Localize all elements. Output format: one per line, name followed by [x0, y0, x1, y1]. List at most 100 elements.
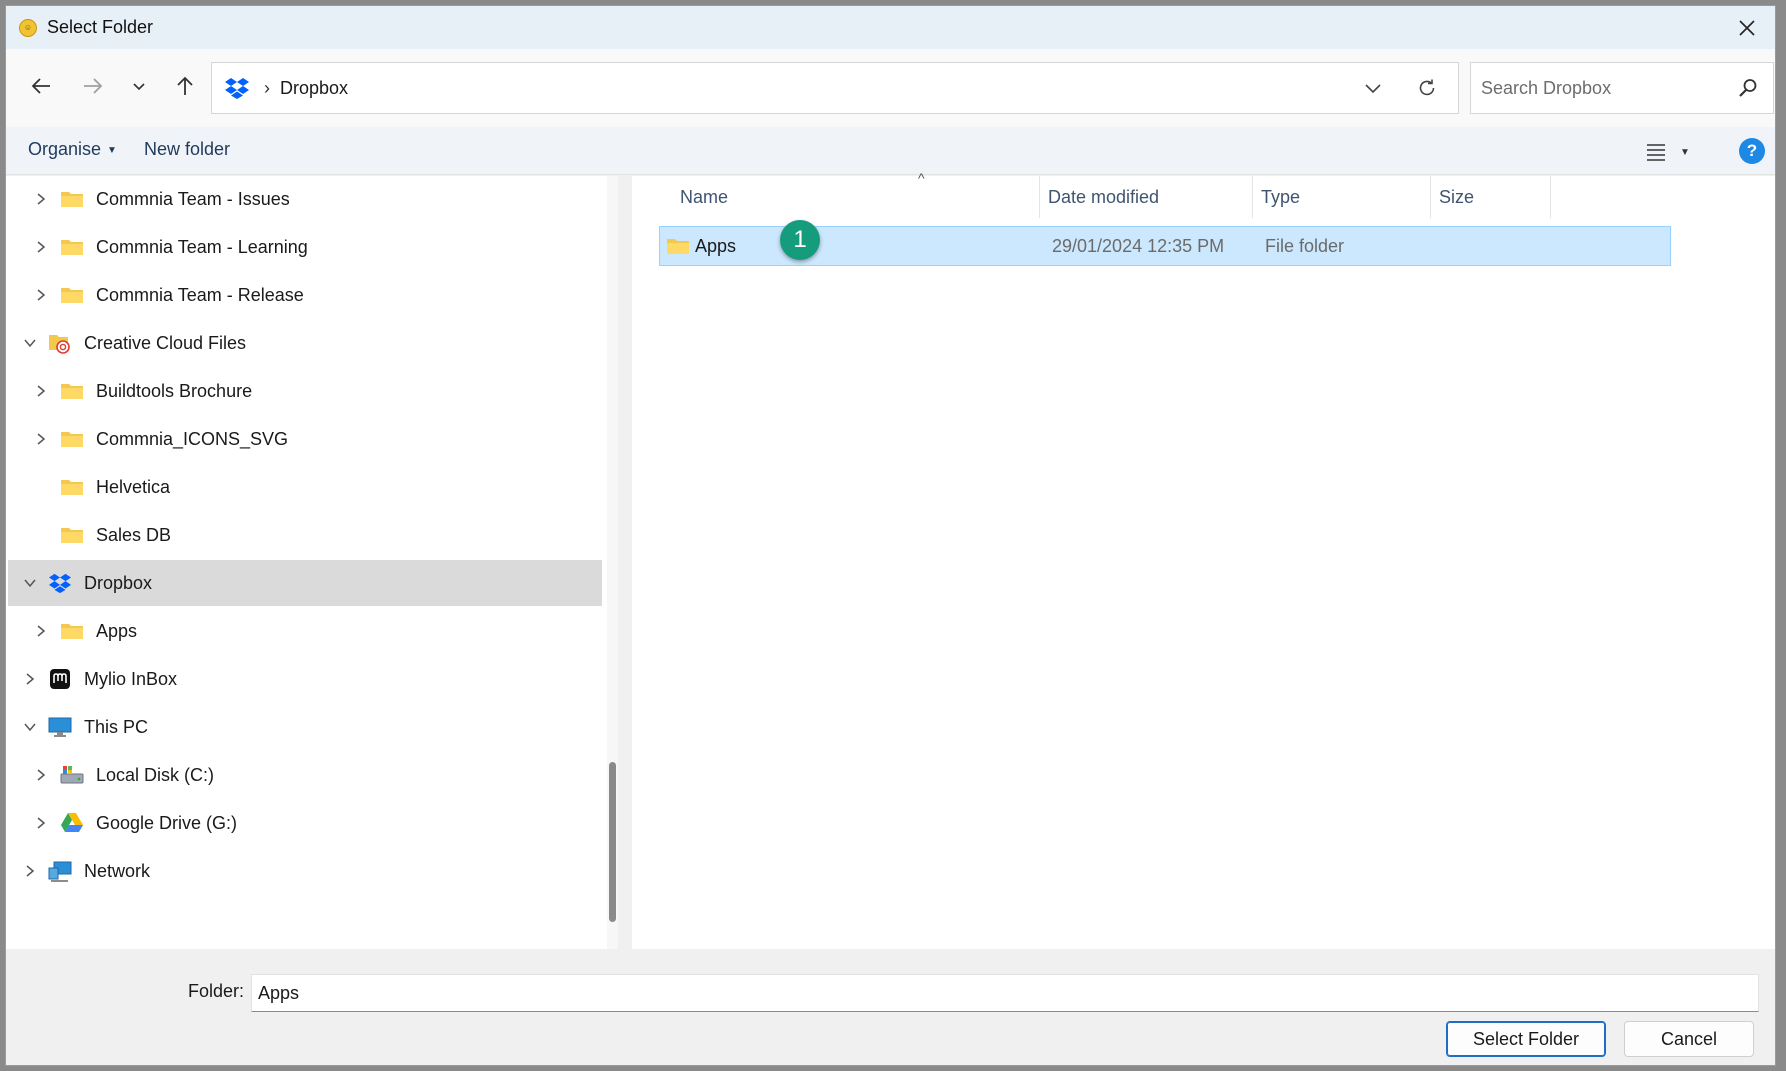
column-header-date-modified[interactable]: Date modified: [1040, 176, 1253, 218]
column-header-name[interactable]: Name ^: [672, 170, 1040, 218]
breadcrumb-dropbox[interactable]: Dropbox: [280, 78, 348, 99]
google-drive-icon: [60, 812, 84, 834]
app-icon: ☺: [19, 18, 37, 37]
drive-icon: [60, 764, 84, 786]
chevron-right-icon[interactable]: [33, 431, 49, 447]
tree-item-local-disk-c[interactable]: Local Disk (C:): [8, 752, 602, 798]
sort-ascending-icon: ^: [918, 170, 925, 186]
tree-item-label: Sales DB: [96, 524, 172, 545]
help-button[interactable]: ?: [1739, 138, 1765, 164]
tree-item-label: Local Disk (C:): [96, 764, 215, 785]
chevron-down-icon[interactable]: [22, 719, 38, 735]
file-list-pane: Name ^ Date modified Type Size Apps 29/0…: [632, 170, 1775, 949]
forward-button[interactable]: [76, 69, 110, 103]
tree-item-label: Dropbox: [84, 572, 153, 593]
tree-item-label: Commnia Team - Issues: [96, 188, 290, 209]
refresh-icon: [1419, 79, 1435, 96]
tree-item-helvetica[interactable]: Helvetica: [8, 464, 602, 510]
pane-splitter[interactable]: [618, 176, 632, 949]
organise-label: Organise: [28, 139, 102, 159]
tree-item-label: This PC: [84, 716, 149, 737]
tree-item-network[interactable]: Network: [8, 848, 602, 894]
folder-icon: [60, 620, 84, 642]
tree-item-commnia-team-issues[interactable]: Commnia Team - Issues: [8, 176, 602, 222]
column-header-type[interactable]: Type: [1253, 176, 1431, 218]
chevron-right-icon[interactable]: [22, 863, 38, 879]
network-icon: [48, 860, 72, 882]
chevron-right-icon[interactable]: [33, 815, 49, 831]
cancel-button[interactable]: Cancel: [1624, 1021, 1754, 1057]
file-date-modified: 29/01/2024 12:35 PM: [1052, 236, 1225, 256]
creative-cloud-folder-icon: [48, 332, 72, 354]
tree-item-sales-db[interactable]: Sales DB: [8, 512, 602, 558]
address-history-button[interactable]: [1358, 73, 1388, 103]
folder-name-input[interactable]: [251, 974, 1759, 1012]
folder-icon: [60, 428, 84, 450]
tree-item-mylio-inbox[interactable]: Mylio InBox: [8, 656, 602, 702]
caret-down-icon: ▼: [107, 144, 117, 156]
scrollbar-thumb[interactable]: [609, 762, 616, 922]
chevron-right-icon[interactable]: [33, 287, 49, 303]
tree-item-dropbox[interactable]: Dropbox: [8, 560, 602, 606]
tree-item-commnia-team-learning[interactable]: Commnia Team - Learning: [8, 224, 602, 270]
folder-icon: [60, 476, 84, 498]
close-button[interactable]: [1731, 12, 1763, 44]
folder-icon: [667, 239, 689, 254]
tree-item-label: Commnia Team - Release: [96, 284, 304, 305]
tree-item-google-drive-g[interactable]: Google Drive (G:): [8, 800, 602, 846]
tree-item-commnia-icons-svg[interactable]: Commnia_ICONS_SVG: [8, 416, 602, 462]
column-date-label: Date modified: [1048, 186, 1160, 207]
chevron-down-icon[interactable]: [22, 335, 38, 351]
chevron-right-icon[interactable]: [33, 239, 49, 255]
tree-item-label: Mylio InBox: [84, 668, 178, 689]
refresh-button[interactable]: [1412, 73, 1442, 103]
window-title: Select Folder: [47, 17, 154, 37]
tree-item-buildtools-brochure[interactable]: Buildtools Brochure: [8, 368, 602, 414]
navigation-row: › Dropbox: [6, 49, 1775, 127]
tree-item-creative-cloud-files[interactable]: Creative Cloud Files: [8, 320, 602, 366]
tree-item-label: Creative Cloud Files: [84, 332, 247, 353]
chevron-right-icon[interactable]: [33, 767, 49, 783]
file-name: Apps: [695, 236, 737, 256]
address-bar[interactable]: › Dropbox: [211, 62, 1459, 114]
new-folder-button[interactable]: New folder: [144, 139, 230, 160]
details-view-icon: [1647, 144, 1665, 161]
up-button[interactable]: [168, 69, 202, 103]
recent-locations-button[interactable]: [122, 69, 156, 103]
arrow-left-icon: [31, 78, 50, 94]
tree-item-apps[interactable]: Apps: [8, 608, 602, 654]
chevron-right-icon[interactable]: [33, 623, 49, 639]
dropbox-icon: [48, 572, 72, 594]
search-input[interactable]: [1471, 63, 1726, 113]
chevron-right-icon[interactable]: [22, 671, 38, 687]
select-folder-button[interactable]: Select Folder: [1446, 1021, 1606, 1057]
back-button[interactable]: [24, 69, 58, 103]
folder-icon: [60, 188, 84, 210]
chevron-down-icon: [1365, 84, 1381, 94]
search-icon[interactable]: [1737, 77, 1759, 99]
change-view-button[interactable]: ▼: [1646, 137, 1696, 167]
dialog-footer: Folder: Select Folder Cancel: [6, 949, 1775, 1065]
tree-item-label: Buildtools Brochure: [96, 380, 253, 401]
chevron-down-icon[interactable]: [22, 575, 38, 591]
tree-item-this-pc[interactable]: This PC: [8, 704, 602, 750]
chevron-right-icon[interactable]: [33, 191, 49, 207]
folder-icon: [60, 524, 84, 546]
tree-item-commnia-team-release[interactable]: Commnia Team - Release: [8, 272, 602, 318]
column-header-size[interactable]: Size: [1431, 176, 1551, 218]
column-name-label: Name: [680, 186, 729, 207]
organise-menu-button[interactable]: Organise ▼: [28, 139, 117, 160]
tree-item-label: Commnia Team - Learning: [96, 236, 308, 257]
search-box[interactable]: [1470, 62, 1774, 114]
breadcrumb-separator[interactable]: ›: [264, 78, 270, 99]
arrow-right-icon: [84, 78, 103, 94]
mylio-icon: [48, 668, 72, 690]
close-icon: [1739, 20, 1755, 36]
navigation-pane: Network Google Drive (G:) Local Disk (C:) T…: [6, 176, 618, 949]
chevron-right-icon[interactable]: [33, 383, 49, 399]
monitor-icon: [48, 716, 72, 738]
column-type-label: Type: [1261, 186, 1301, 207]
dropbox-icon: [225, 78, 249, 99]
file-type: File folder: [1265, 236, 1345, 256]
command-bar: Organise ▼ New folder ▼ ?: [6, 127, 1775, 175]
